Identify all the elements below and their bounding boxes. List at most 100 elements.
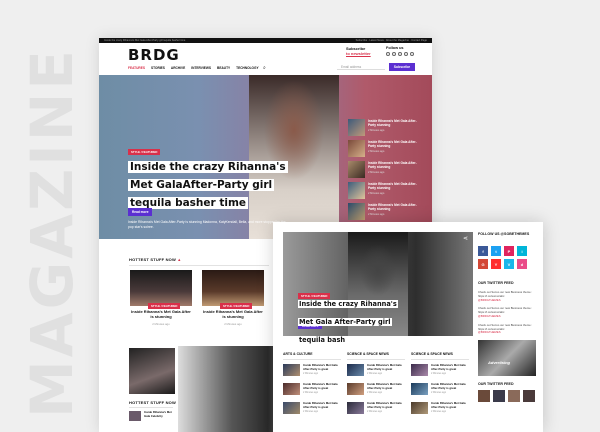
list-item-thumb	[283, 364, 300, 376]
pinterest-icon[interactable]: P	[504, 246, 514, 256]
social-icon-5[interactable]	[410, 52, 414, 56]
social-icon-3[interactable]	[398, 52, 402, 56]
ad-image	[129, 348, 175, 394]
hottest-section-title-2: HOTTEST STUFF NOW	[129, 400, 176, 405]
twitter-icon[interactable]: t	[491, 246, 501, 256]
column-title: SCIENCE & SPACE NEWS	[347, 352, 405, 360]
list-item-thumb	[411, 364, 428, 376]
ad-card[interactable]	[129, 348, 175, 394]
subscribe-button[interactable]: Subscribe	[389, 63, 415, 71]
social-icon-1[interactable]	[386, 52, 390, 56]
article-card[interactable]: STYLE / FEATURED Inside Rihanna's Met Ga…	[202, 270, 264, 326]
news-column: SCIENCE & SPACE NEWS Inside Rihanna's Me…	[411, 352, 469, 421]
list-item[interactable]: Inside Rihanna's Met Gala After-Party st…	[348, 182, 418, 201]
list-item-thumb	[348, 119, 365, 136]
list-item[interactable]: Inside Rihanna's Met Gala After-Party is…	[283, 363, 341, 379]
twitter-feed-title-2: OUR TWITTER FEED	[478, 382, 514, 387]
follow-label: Follow us	[386, 46, 404, 50]
list-item[interactable]: Inside Rihanna's Met Gala After-Party is…	[411, 363, 469, 379]
card-category-badge[interactable]: STYLE / FEATURED	[220, 303, 253, 309]
main-nav: FEATURES STORIES ARCHIVE INTERVIEWS BEAU…	[128, 66, 259, 70]
nav-item-stories[interactable]: STORIES	[151, 66, 165, 70]
card-category-badge[interactable]: STYLE / FEATURED	[148, 303, 181, 309]
list-item[interactable]: Inside Rihanna's Met Gala After-Party st…	[348, 119, 418, 138]
tweet: Check out Sonvo our new Business theme: …	[478, 290, 532, 302]
list-item-thumb	[348, 140, 365, 157]
share-icon[interactable]: ⋖	[130, 240, 135, 247]
front-hero-title[interactable]: Inside the crazy Rihanna's Met Gala Afte…	[298, 300, 398, 344]
list-item[interactable]: Inside Rihanna's Met Gala After-Party is…	[347, 382, 405, 398]
list-item-thumb	[347, 402, 364, 414]
tweet: Check out Sonvo our new Business theme: …	[478, 322, 532, 335]
social-icon-2[interactable]	[392, 52, 396, 56]
top-bar: Inside the crazy Rihanna's Met Gala Afte…	[99, 38, 432, 43]
social-icon-4[interactable]	[404, 52, 408, 56]
grid-thumb[interactable]	[478, 390, 490, 403]
list-item[interactable]: Inside Rihanna's Met Gala After-Party is…	[283, 401, 341, 417]
divider	[129, 265, 269, 266]
card-image	[130, 270, 192, 306]
list-item-thumb	[411, 383, 428, 395]
nav-item-features[interactable]: FEATURES	[128, 66, 145, 70]
nav-item-beauty[interactable]: BEAUTY	[217, 66, 230, 70]
share-icon[interactable]: ⋖	[463, 235, 468, 242]
grid-thumb[interactable]	[508, 390, 520, 403]
news-column: ARTS & CULTURE Inside Rihanna's Met Gala…	[283, 352, 341, 421]
list-item[interactable]: Inside Rihanna's Met Gala After-Party st…	[348, 161, 418, 180]
nav-item-interviews[interactable]: INTERVIEWS	[191, 66, 211, 70]
search-icon[interactable]: ⌕	[263, 65, 266, 71]
google-icon[interactable]: G	[478, 259, 488, 269]
front-page-screenshot: STYLE / FEATURED Read more ⋖ Inside the …	[273, 222, 543, 432]
article-card[interactable]: STYLE / FEATURED Inside Rihanna's Met Ga…	[130, 270, 192, 326]
instagram-icon[interactable]: i	[517, 246, 527, 256]
front-hero-title-block[interactable]: Inside the crazy Rihanna's Met Gala Afte…	[298, 293, 413, 347]
card-image	[202, 270, 264, 306]
hero-title-block[interactable]: Inside the crazy Rihanna's Met GalaAfter…	[128, 157, 288, 211]
youtube-icon[interactable]: Y	[491, 259, 501, 269]
grid-thumb[interactable]	[493, 390, 505, 403]
column-title: ARTS & CULTURE	[283, 352, 341, 360]
tweet: Check out Sonvo our new Business theme: …	[478, 306, 532, 318]
nav-item-archive[interactable]: ARCHIVE	[171, 66, 185, 70]
ad-banner[interactable]: Advertising	[478, 340, 536, 377]
follow-title: FOLLOW US @SOBETHEMES	[478, 232, 530, 236]
background-watermark: MAGAZINE	[18, 47, 86, 418]
flame-icon: ▲	[177, 257, 182, 262]
hero-title[interactable]: Inside the crazy Rihanna's Met GalaAfter…	[128, 161, 288, 209]
top-bar-left: Inside the crazy Rihanna's Met Gala Afte…	[104, 39, 186, 42]
list-item-thumb	[347, 364, 364, 376]
facebook-icon[interactable]: f	[478, 246, 488, 256]
hero-category-badge[interactable]: STYLE / FEATURED	[128, 149, 161, 155]
card-title[interactable]: Inside Rihanna's Met Gala After is stunn…	[130, 309, 192, 319]
twitter-feed-title: OUR TWITTER FEED	[478, 281, 514, 285]
list-item-thumb	[283, 402, 300, 414]
list-item[interactable]: Inside Rihanna's Met Gala After-Party st…	[348, 203, 418, 222]
site-logo[interactable]: BRDG	[128, 46, 180, 64]
nav-item-technology[interactable]: TECHNOLOGY	[236, 66, 259, 70]
list-item-thumb	[411, 402, 428, 414]
list-item[interactable]: Inside Rihanna's Met Gala After-Party is…	[347, 363, 405, 379]
list-item[interactable]: Inside Rihanna's Met Gala After-Party is…	[283, 382, 341, 398]
list-item[interactable]: Inside Rihanna's Met Gala After-Party st…	[348, 140, 418, 159]
vimeo-icon[interactable]: V	[504, 259, 514, 269]
list-item-thumb	[129, 411, 141, 421]
news-column: SCIENCE & SPACE NEWS Inside Rihanna's Me…	[347, 352, 405, 421]
list-item[interactable]: Inside Rihanna's Met Gala After-Party is…	[411, 382, 469, 398]
top-bar-links[interactable]: Subscribe · Latest News · About the Maga…	[356, 39, 427, 42]
divider	[129, 407, 173, 408]
hero-read-more-button[interactable]: Read more	[128, 208, 153, 216]
hottest-section-title: HOTTEST STUFF NOW ▲	[129, 257, 182, 262]
card-date: 2 Minutes ago	[152, 322, 170, 327]
dribbble-icon[interactable]: d	[517, 259, 527, 269]
grid-thumb[interactable]	[523, 390, 535, 403]
list-item[interactable]: Inside Rihanna's Met Gala After-Party is…	[411, 401, 469, 417]
card-title[interactable]: Inside Rihanna's Met Gala After is stunn…	[202, 309, 264, 319]
column-title: SCIENCE & SPACE NEWS	[411, 352, 469, 360]
list-item-thumb	[283, 383, 300, 395]
email-field[interactable]: Email address	[337, 64, 385, 70]
list-item-thumb	[348, 161, 365, 178]
list-item[interactable]: Inside Rihanna's Met Gala After-Party is…	[347, 401, 405, 417]
list-item[interactable]: Inside Rihanna's Met Gala Celebrity	[129, 410, 174, 421]
subscribe-line-2[interactable]: to newsletter	[346, 51, 371, 56]
list-item-thumb	[348, 203, 365, 220]
